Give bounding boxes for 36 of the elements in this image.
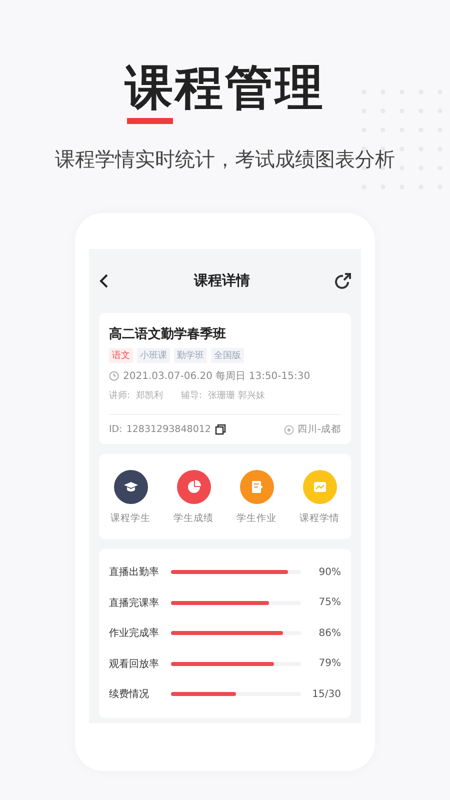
subtitle: 课程学情实时统计，考试成绩图表分析 [54,146,396,173]
stat-label: 直播出勤率 [109,566,160,580]
schedule-text: 2021.03.07-06.20 每周日 13:50-15:30 [123,370,310,383]
teacher-label: 讲师: [109,390,130,402]
stat-label: 观看回放率 [109,658,160,671]
headline: 课程管理 [125,56,325,120]
stat-value: 90% [318,566,341,578]
location-icon [284,424,294,434]
copy-icon[interactable] [214,424,226,435]
shortcut-button[interactable]: 学生成绩 [174,470,214,525]
course-id: 12831293848012 [126,424,211,435]
course-name: 高二语文勤学春季班 [109,326,227,343]
stat-value: 75% [318,597,341,608]
shortcut-button[interactable]: 学生作业 [236,470,276,525]
stat-value: 15/30 [311,688,341,700]
course-tag: 小班课 [137,348,170,363]
clock-icon [109,371,119,381]
course-tag: 语文 [109,348,133,363]
tutor-label: 辅导: [181,390,202,402]
stat-value: 79% [318,658,341,670]
stat-label: 续费情况 [109,688,150,702]
teacher-name: 郑凯利 [136,390,164,402]
stat-label: 直播完课率 [109,596,160,610]
course-tag: 勤学班 [174,348,207,363]
title-underline [127,118,173,124]
page-title: 课程详情 [194,272,250,290]
share-icon[interactable] [335,273,351,289]
shortcut-button[interactable]: 课程学情 [300,470,340,525]
tutor-names: 张珊珊 郭兴妹 [208,390,265,402]
shortcut-button[interactable]: 课程学生 [110,470,150,525]
stat-label: 作业完成率 [109,626,160,640]
back-icon[interactable] [99,274,109,288]
id-label: ID: [109,424,122,435]
course-tag: 全国版 [211,348,244,363]
stat-value: 86% [318,628,341,639]
location-text: 四川-成都 [298,423,341,436]
